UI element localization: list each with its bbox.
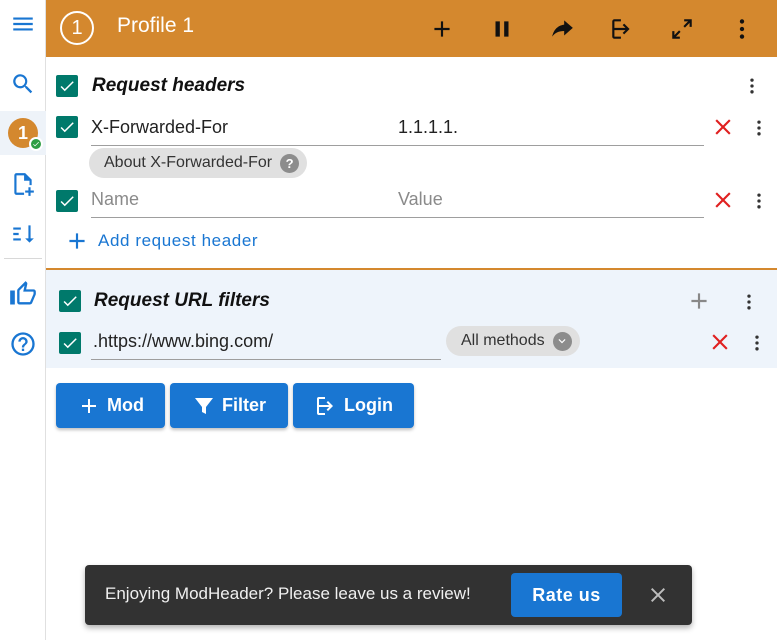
check-badge-icon <box>29 137 43 151</box>
expand-button[interactable] <box>663 10 701 48</box>
pause-icon <box>495 21 509 37</box>
sidebar: 1 <box>0 0 46 640</box>
search-button[interactable] <box>0 62 46 106</box>
new-header-checkbox[interactable] <box>56 190 78 212</box>
chevron-down-icon <box>552 331 572 351</box>
help-button[interactable] <box>0 322 46 366</box>
methods-dropdown-label: All methods <box>461 332 545 349</box>
more-vert-icon <box>739 19 745 39</box>
expand-icon <box>672 19 692 39</box>
add-filter-label: Filter <box>221 395 266 415</box>
add-login-button[interactable]: Login <box>293 383 414 428</box>
import-button[interactable] <box>603 10 641 48</box>
search-icon <box>13 74 33 94</box>
add-request-header-button[interactable]: Add request header <box>64 228 258 254</box>
close-icon <box>715 192 731 208</box>
page-title[interactable]: Profile 1 <box>117 14 194 38</box>
url-filter-row-checkbox[interactable] <box>59 332 81 354</box>
url-filter-underline <box>91 359 441 360</box>
url-filter-input[interactable]: .https://www.bing.com/ <box>93 324 438 358</box>
methods-dropdown[interactable]: All methods <box>446 326 580 356</box>
new-header-name-input[interactable]: Name <box>91 182 391 216</box>
review-snackbar: Enjoying ModHeader? Please leave us a re… <box>85 565 692 625</box>
new-header-underline <box>91 217 704 218</box>
profile-header: 1 Profile 1 <box>46 0 777 57</box>
close-icon <box>712 334 728 350</box>
url-filters-checkbox[interactable] <box>59 290 81 312</box>
more-vert-icon <box>750 78 754 94</box>
login-icon <box>317 396 333 415</box>
plus-icon <box>69 233 85 249</box>
rate-button[interactable] <box>0 272 46 316</box>
close-icon <box>651 588 665 602</box>
add-button[interactable] <box>423 10 461 48</box>
close-icon <box>715 119 731 135</box>
menu-button[interactable] <box>0 2 46 46</box>
add-filter-button[interactable]: Filter <box>170 383 288 428</box>
add-login-label: Login <box>344 395 393 415</box>
more-vert-icon <box>747 294 751 310</box>
check-icon <box>60 81 74 92</box>
header-row-underline <box>91 145 704 146</box>
filter-icon <box>194 397 213 414</box>
more-vert-icon <box>757 193 761 209</box>
new-header-more-button[interactable] <box>749 187 769 215</box>
snackbar-message: Enjoying ModHeader? Please leave us a re… <box>105 584 471 603</box>
header-name-input[interactable]: X-Forwarded-For <box>91 110 391 144</box>
request-headers-more-button[interactable] <box>742 72 762 100</box>
header-more-button[interactable] <box>723 10 761 48</box>
thumbs-up-icon <box>10 281 36 305</box>
profile-avatar: 1 <box>8 118 43 151</box>
login-icon <box>612 19 630 39</box>
more-vert-icon <box>755 335 759 351</box>
plus-icon <box>434 21 450 37</box>
delete-new-header-button[interactable] <box>710 187 736 213</box>
add-url-filter-button[interactable] <box>686 288 712 314</box>
request-headers-checkbox[interactable] <box>56 75 78 97</box>
menu-icon <box>13 17 33 31</box>
header-row-checkbox[interactable] <box>56 116 78 138</box>
url-filter-row-more-button[interactable] <box>747 329 767 357</box>
add-profile-button[interactable] <box>0 162 46 206</box>
sidebar-divider <box>4 258 42 259</box>
pause-button[interactable] <box>483 10 521 48</box>
profile-avatar-number: 1 <box>17 122 28 143</box>
help-icon: ? <box>280 153 300 173</box>
new-header-value-input[interactable]: Value <box>398 182 698 216</box>
url-filters-more-button[interactable] <box>739 288 759 316</box>
more-vert-icon <box>757 120 761 136</box>
add-document-icon <box>14 173 34 196</box>
delete-header-button[interactable] <box>710 114 736 140</box>
add-mod-label: Mod <box>107 395 144 415</box>
request-headers-title: Request headers <box>92 75 246 96</box>
check-icon <box>63 338 77 349</box>
add-mod-button[interactable]: Mod <box>56 383 165 428</box>
snackbar-close-button[interactable] <box>646 583 670 607</box>
sort-button[interactable] <box>0 212 46 256</box>
about-header-chip[interactable]: About X-Forwarded-For ? <box>89 148 308 178</box>
add-request-header-label: Add request header <box>98 231 259 250</box>
plus-icon <box>691 293 707 309</box>
check-icon <box>63 296 77 307</box>
plus-icon <box>82 398 96 413</box>
rate-us-button[interactable]: Rate us <box>511 573 622 617</box>
url-filters-title: Request URL filters <box>94 290 270 311</box>
share-icon <box>552 20 573 37</box>
header-value-input[interactable]: 1.1.1.1. <box>398 110 698 144</box>
header-row-more-button[interactable] <box>749 114 769 142</box>
sort-icon <box>13 225 34 243</box>
help-icon <box>11 332 35 356</box>
about-header-chip-label: About X-Forwarded-For <box>104 154 273 171</box>
share-button[interactable] <box>543 10 581 48</box>
profile-number-badge[interactable]: 1 <box>60 11 94 45</box>
delete-url-filter-button[interactable] <box>707 329 733 355</box>
modheader-app: 1 1 Profile 1 Request headers X-Forwarde… <box>0 0 777 640</box>
check-icon <box>60 122 74 133</box>
check-icon <box>60 196 74 207</box>
sidebar-profile-1[interactable]: 1 <box>0 111 46 155</box>
